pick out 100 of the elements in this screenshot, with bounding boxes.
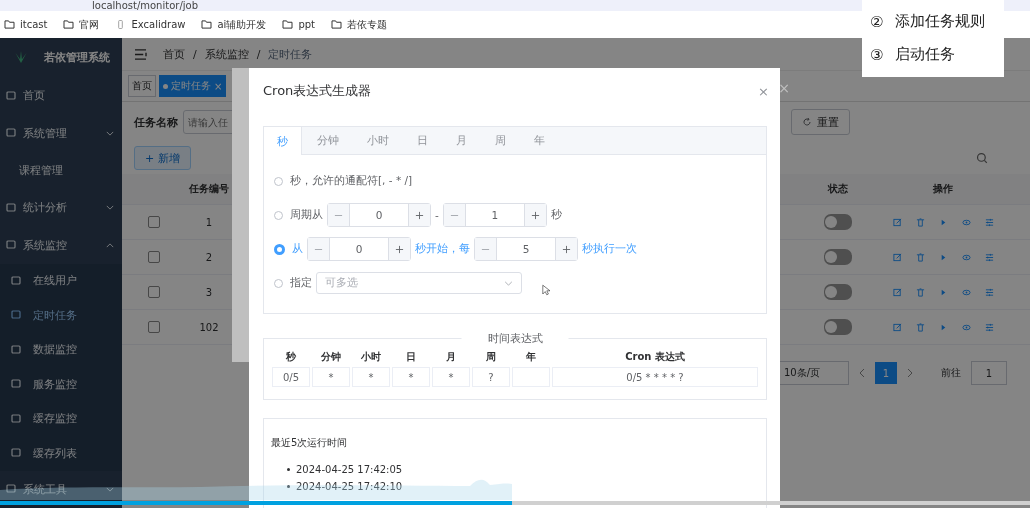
mouse-cursor-icon	[542, 284, 550, 296]
bookmark[interactable]: ai辅助开发	[201, 17, 267, 32]
column-header: 日	[405, 351, 417, 363]
submenu-item[interactable]: 数据监控	[0, 332, 122, 368]
next-page-icon[interactable]	[907, 368, 913, 378]
menu-item[interactable]: 系统管理	[0, 114, 122, 152]
folder-icon	[4, 20, 15, 29]
increment-button[interactable]	[556, 238, 577, 260]
status-switch[interactable]	[824, 249, 852, 265]
reset-button[interactable]: 重置	[791, 109, 850, 135]
status-switch[interactable]	[824, 319, 852, 335]
sliders-icon[interactable]	[984, 322, 994, 332]
breadcrumb-item[interactable]: 系统监控	[204, 46, 249, 62]
submenu-item[interactable]: 缓存列表	[0, 436, 122, 471]
eye-icon[interactable]	[961, 217, 971, 227]
submenu-item[interactable]: 缓存监控	[0, 401, 122, 437]
goto-field[interactable]: 1	[971, 361, 1007, 385]
range-separator: -	[435, 209, 439, 221]
menu-item[interactable]: 首页	[0, 77, 122, 115]
increment-button[interactable]	[389, 238, 410, 260]
edit-icon[interactable]	[892, 287, 902, 297]
option-label: 秒，允许的通配符[, - * /]	[290, 174, 413, 188]
eye-icon[interactable]	[961, 287, 971, 297]
sliders-icon[interactable]	[984, 287, 994, 297]
prev-page-icon[interactable]	[859, 368, 865, 378]
increment-button[interactable]	[524, 204, 546, 226]
breadcrumb-item[interactable]: 首页	[163, 46, 185, 62]
expression-cell: *	[352, 367, 390, 387]
expression-cell: *	[392, 367, 430, 387]
menu-item[interactable]: 系统监控	[0, 226, 122, 264]
chevron-down-icon	[106, 205, 114, 211]
trash-icon[interactable]	[915, 322, 925, 332]
eye-icon[interactable]	[961, 252, 971, 262]
playback-progress-bar[interactable]	[0, 501, 1030, 505]
row-checkbox[interactable]	[148, 216, 160, 228]
page-number[interactable]: 1	[875, 362, 897, 384]
run-time: 2024-04-25 17:42:05	[296, 464, 403, 475]
increment-button[interactable]	[409, 204, 430, 226]
option-label: 秒开始，每	[415, 242, 470, 256]
bookmark[interactable]: itcast	[4, 19, 48, 30]
tab[interactable]: 秒	[264, 127, 302, 155]
submenu-item[interactable]: 定时任务	[0, 298, 122, 333]
column-header: 年	[525, 351, 537, 363]
menu-item[interactable]: 课程管理	[0, 151, 122, 190]
page-tag[interactable]: 首页	[128, 75, 156, 97]
bullet-dot	[287, 468, 290, 471]
trash-icon[interactable]	[915, 287, 925, 297]
tab[interactable]: 日	[404, 127, 441, 154]
tab[interactable]: 分钟	[304, 127, 352, 154]
unit-label: 秒	[550, 208, 562, 222]
bookmark[interactable]: 官网	[63, 17, 100, 32]
page-tag[interactable]: 定时任务 ×	[159, 75, 227, 97]
row-checkbox[interactable]	[148, 251, 160, 263]
app-title: 若依管理系统	[44, 50, 110, 66]
close-icon[interactable]: ×	[758, 83, 769, 99]
eye-icon[interactable]	[961, 322, 971, 332]
trash-icon[interactable]	[915, 217, 925, 227]
table-cell: 2	[205, 251, 213, 263]
sliders-icon[interactable]	[984, 252, 994, 262]
radio-button[interactable]	[274, 243, 285, 255]
folder-icon	[282, 20, 294, 29]
panel-title: 最近5次运行时间	[271, 437, 348, 448]
submenu-item[interactable]: 服务监控	[0, 367, 122, 402]
submenu-item[interactable]: 在线用户	[0, 263, 122, 299]
status-switch[interactable]	[824, 214, 852, 230]
tab[interactable]: 月	[443, 127, 480, 154]
edit-icon[interactable]	[892, 217, 902, 227]
bookmark[interactable]: Excalidraw	[115, 19, 186, 30]
sliders-icon[interactable]	[984, 217, 994, 227]
column-header: 月	[445, 351, 457, 363]
option-label: 周期从	[290, 208, 323, 222]
breadcrumb-item[interactable]: 定时任务	[268, 46, 313, 62]
tab[interactable]: 年	[521, 127, 558, 154]
step-label: 添加任务规则	[895, 12, 986, 31]
tab[interactable]: 小时	[354, 127, 402, 154]
chevron-down-icon	[504, 280, 513, 286]
status-switch[interactable]	[824, 284, 852, 300]
add-button[interactable]: + 新增	[134, 146, 191, 170]
trash-icon[interactable]	[915, 252, 925, 262]
column-header: 秒	[285, 351, 297, 363]
table-cell: 3	[205, 286, 213, 298]
folder-icon	[63, 20, 75, 29]
bookmark[interactable]: 若依专题	[331, 17, 387, 32]
bookmark[interactable]: ppt	[282, 19, 315, 30]
edit-icon[interactable]	[892, 322, 902, 332]
folder-icon	[201, 20, 213, 29]
decrement-button[interactable]	[443, 204, 465, 226]
row-checkbox[interactable]	[148, 286, 160, 298]
edit-icon[interactable]	[892, 252, 902, 262]
menu-item[interactable]: 统计分析	[0, 189, 122, 227]
chevron-down-icon	[106, 486, 114, 492]
option-label: 从	[292, 242, 303, 256]
row-checkbox[interactable]	[148, 321, 160, 333]
multi-select[interactable]: 可多选	[316, 272, 522, 294]
column-header: 分钟	[320, 351, 342, 363]
plus-icon	[395, 244, 404, 254]
column-header: 状态	[826, 182, 849, 196]
tab[interactable]: 周	[482, 127, 519, 154]
step-number: ③	[870, 45, 884, 64]
search-icon[interactable]	[976, 152, 988, 164]
